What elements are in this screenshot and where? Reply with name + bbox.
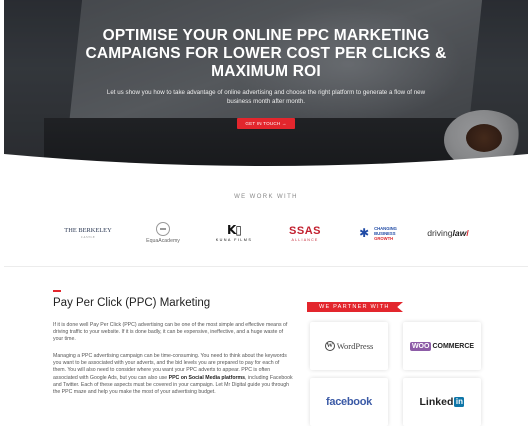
kuna-mark-icon: K▯ bbox=[227, 223, 242, 237]
wordpress-logo-text: WordPress bbox=[336, 341, 374, 351]
berkeley-logo: THE BERKELEY CASTLE bbox=[56, 216, 120, 250]
hero-banner: OPTIMISE YOUR ONLINE PPC MARKETING CAMPA… bbox=[4, 0, 528, 172]
facebook-logo: facebook bbox=[326, 396, 372, 408]
we-partner-with-tag: WE PARTNER WITH bbox=[307, 302, 403, 312]
dl-logo-pre: driving bbox=[427, 228, 453, 238]
linkedin-partner-card: Linked in bbox=[403, 378, 481, 426]
hero-overlay bbox=[4, 0, 528, 172]
cb-line: GROWTH bbox=[374, 235, 394, 241]
hero-subtitle: Let us show you how to take advantage of… bbox=[106, 89, 426, 105]
hero-bottom-curve bbox=[4, 154, 528, 172]
berkeley-logo-sub: CASTLE bbox=[80, 235, 96, 239]
cb-logo-text: CHANGING BUSINESS GROWTH bbox=[374, 226, 397, 241]
ppc-paragraph: Managing a PPC advertising campaign can … bbox=[53, 353, 293, 396]
equa-logo-text: EquaAcademy bbox=[146, 238, 180, 244]
dl-logo-slash: / bbox=[466, 228, 469, 238]
wordpress-partner-card: W WordPress bbox=[310, 322, 388, 370]
dl-logo-bold: law bbox=[452, 228, 467, 238]
changing-business-growth-logo: ✱ CHANGING BUSINESS GROWTH bbox=[352, 216, 402, 250]
driving-law-logo: driving law / bbox=[418, 216, 478, 250]
kuna-films-logo: K▯ KUNA FILMS bbox=[214, 216, 254, 250]
ppc-section-title: Pay Per Click (PPC) Marketing bbox=[53, 297, 211, 309]
woocommerce-logo: WOO COMMERCE bbox=[409, 341, 475, 351]
equa-academy-logo: EquaAcademy bbox=[138, 216, 188, 250]
section-divider bbox=[4, 266, 528, 267]
linkedin-logo: Linked in bbox=[420, 396, 465, 408]
ppc-social-link[interactable]: PPC on Social Media platforms bbox=[169, 375, 245, 381]
title-accent-bar bbox=[53, 290, 61, 292]
wordpress-logo: W WordPress bbox=[324, 341, 374, 351]
linkedin-in-icon: in bbox=[454, 397, 465, 407]
wordpress-icon: W bbox=[324, 341, 335, 351]
page: OPTIMISE YOUR ONLINE PPC MARKETING CAMPA… bbox=[4, 0, 528, 426]
facebook-partner-card: facebook bbox=[310, 378, 388, 426]
client-logos: THE BERKELEY CASTLE EquaAcademy K▯ KUNA … bbox=[56, 216, 486, 250]
ssas-alliance-logo: SSAS ALLIANCE bbox=[282, 216, 328, 250]
ssas-logo-text: SSAS bbox=[289, 224, 321, 237]
equa-ring-icon bbox=[156, 222, 170, 236]
kuna-logo-text: KUNA FILMS bbox=[215, 238, 253, 242]
woocommerce-partner-card: WOO COMMERCE bbox=[403, 322, 481, 370]
linkedin-logo-text: Linked bbox=[419, 396, 454, 408]
hero-title-line: OPTIMISE YOUR ONLINE PPC MARKETING bbox=[102, 27, 430, 44]
get-in-touch-button[interactable]: GET IN TOUCH → bbox=[237, 118, 295, 129]
figure-star-icon: ✱ bbox=[359, 226, 370, 240]
we-work-with-heading: WE WORK WITH bbox=[234, 194, 298, 200]
hero-title-line: MAXIMUM ROI bbox=[211, 63, 321, 80]
hero-title: OPTIMISE YOUR ONLINE PPC MARKETING CAMPA… bbox=[4, 27, 528, 81]
berkeley-logo-text: THE BERKELEY bbox=[64, 227, 112, 234]
woocommerce-logo-text: COMMERCE bbox=[432, 342, 475, 350]
woo-bubble-icon: WOO bbox=[409, 341, 432, 351]
hero-title-line: CAMPAIGNS FOR LOWER COST PER CLICKS & bbox=[85, 45, 447, 62]
ppc-paragraph: If it is done well Pay Per Click (PPC) a… bbox=[53, 322, 288, 343]
ssas-logo-sub: ALLIANCE bbox=[291, 237, 319, 242]
